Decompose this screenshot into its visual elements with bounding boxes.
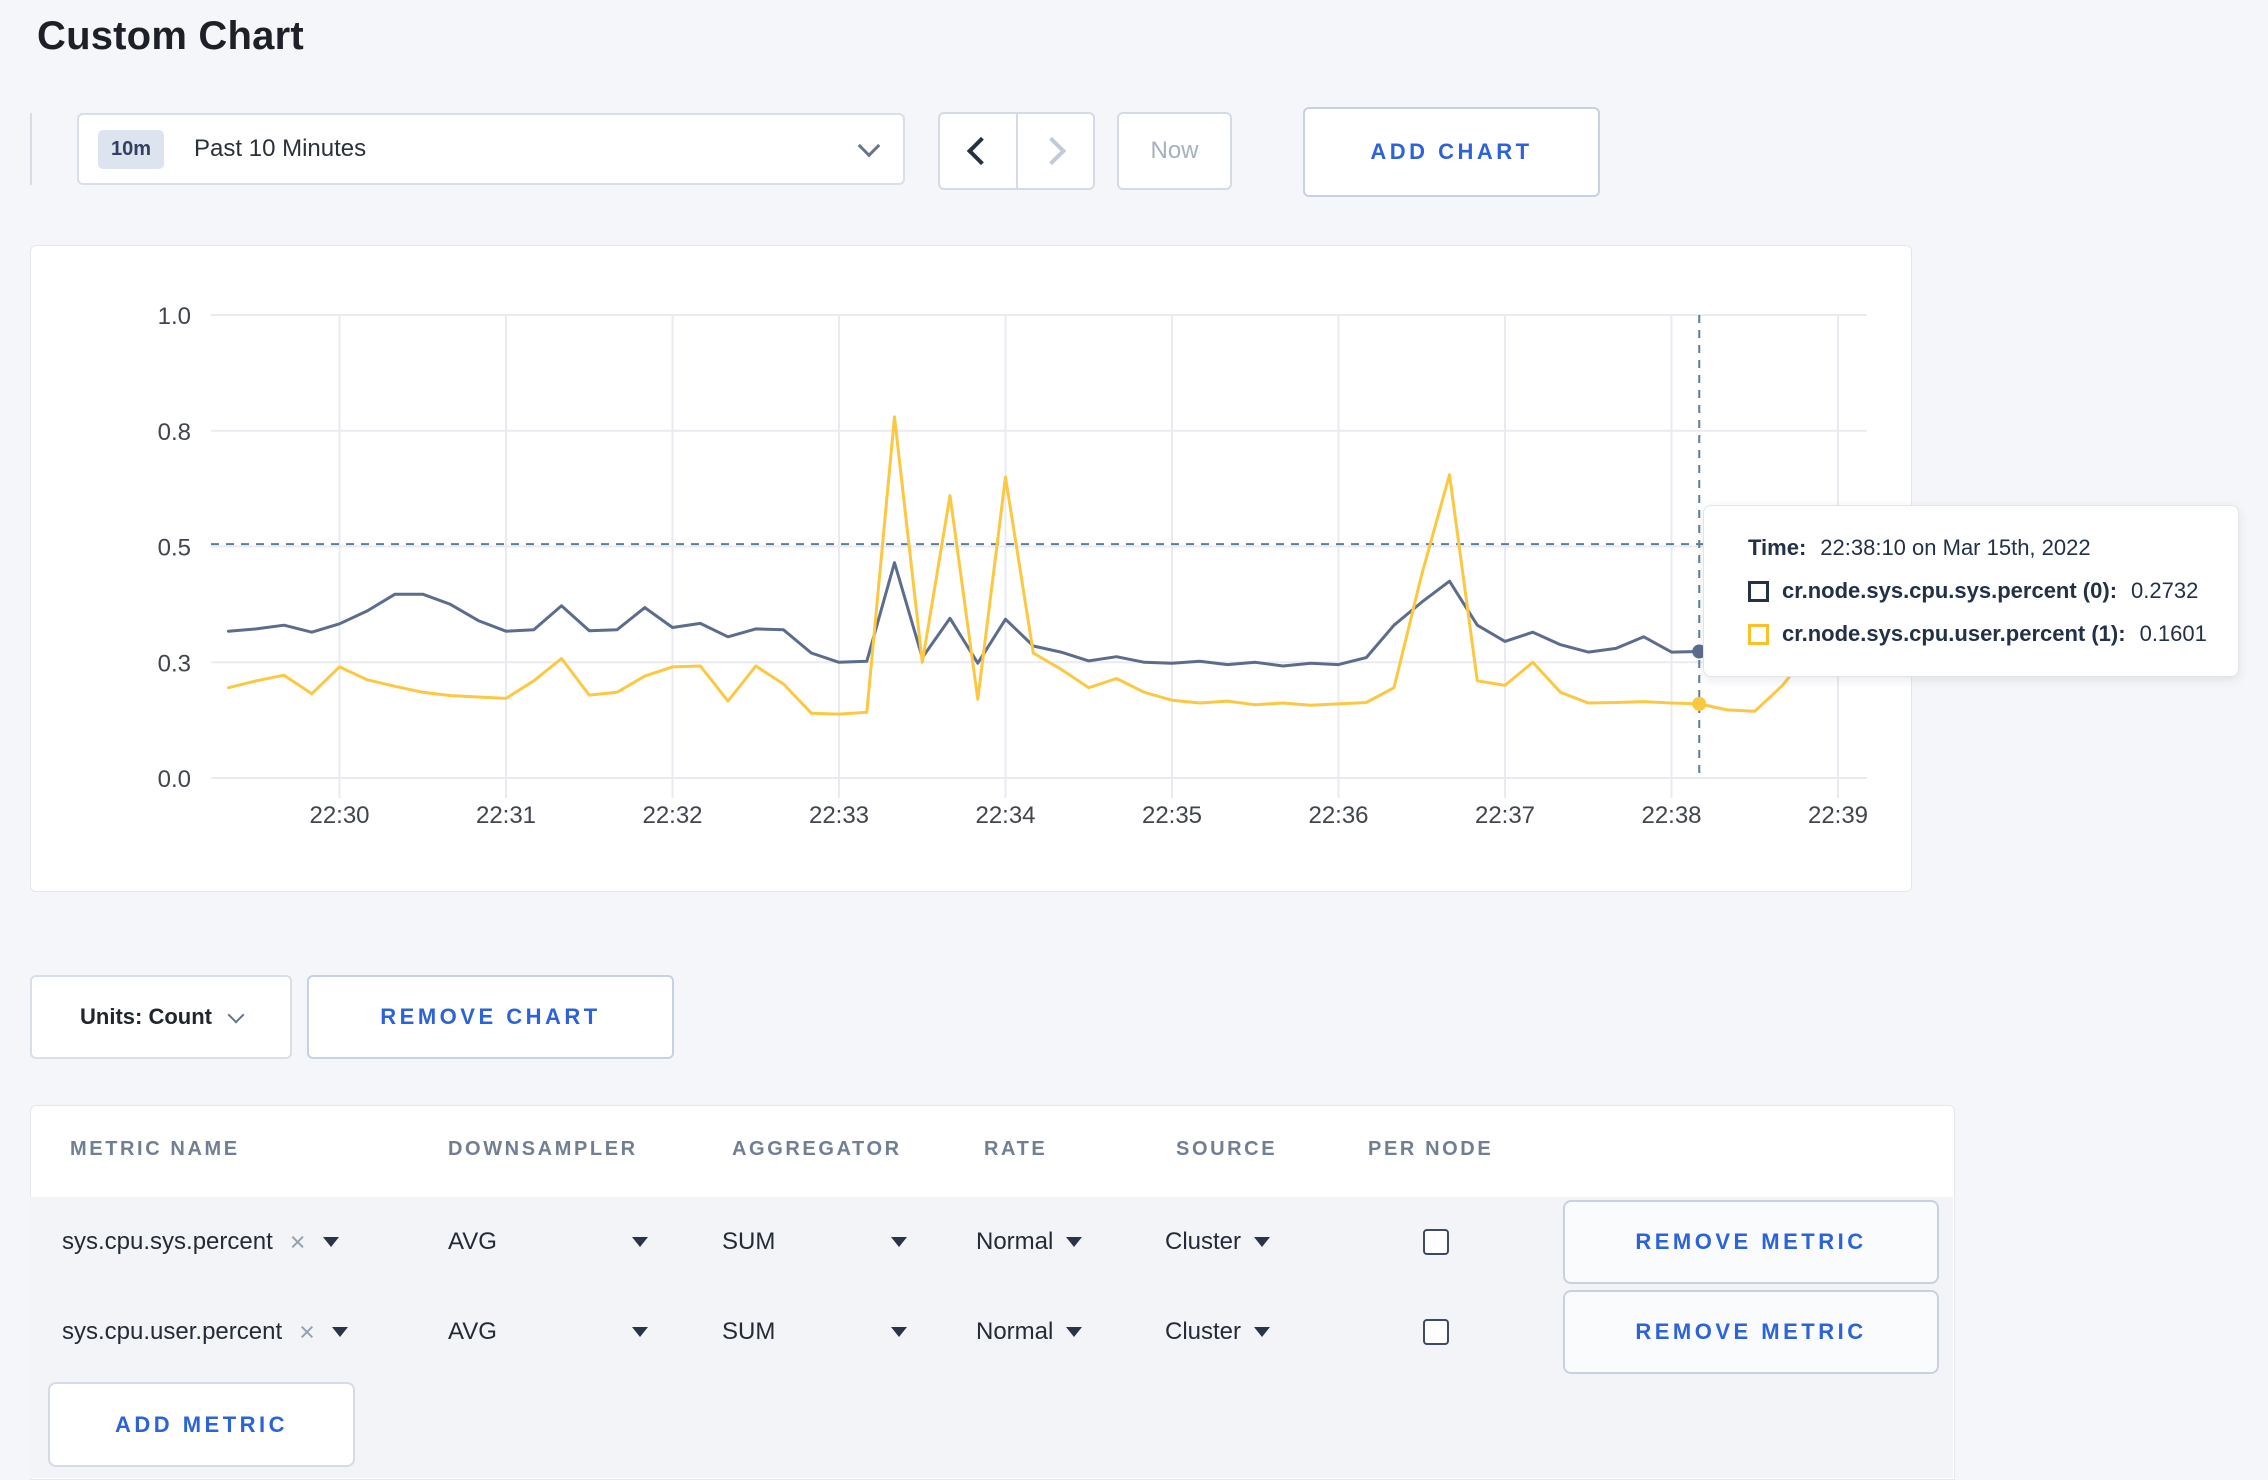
- time-nav-group: [938, 112, 1095, 190]
- aggregator-value: SUM: [722, 1228, 776, 1255]
- tooltip-series-row: cr.node.sys.cpu.sys.percent (0): 0.2732: [1748, 578, 2220, 604]
- source-select[interactable]: Cluster: [1165, 1308, 1271, 1356]
- tooltip-series-label: cr.node.sys.cpu.sys.percent (0):: [1782, 578, 2118, 603]
- per-node-checkbox[interactable]: [1423, 1319, 1449, 1345]
- add-chart-button[interactable]: ADD CHART: [1303, 107, 1600, 197]
- aggregator-select[interactable]: SUM: [722, 1308, 907, 1356]
- chevron-right-icon: [1038, 136, 1067, 166]
- units-label: Units: Count: [80, 1004, 212, 1029]
- caret-down-icon: [1066, 1327, 1083, 1337]
- time-forward-button[interactable]: [1015, 114, 1094, 188]
- series-line: [227, 561, 1868, 668]
- column-header-per-node: PER NODE: [1368, 1138, 1494, 1160]
- y-axis-tick-label: 1.0: [158, 303, 191, 330]
- caret-down-icon: [1254, 1327, 1271, 1337]
- y-axis-tick-label: 0.0: [158, 766, 191, 793]
- x-axis-tick-label: 22:32: [642, 802, 702, 829]
- x-axis-tick-label: 22:34: [975, 802, 1035, 829]
- downsampler-select[interactable]: AVG: [448, 1308, 648, 1356]
- aggregator-value: SUM: [722, 1318, 776, 1345]
- y-axis-tick-label: 0.5: [158, 535, 191, 562]
- caret-down-icon: [1066, 1237, 1083, 1247]
- metric-name-label: sys.cpu.user.percent: [62, 1318, 283, 1345]
- time-back-button[interactable]: [940, 114, 1016, 188]
- add-metric-button[interactable]: ADD METRIC: [48, 1382, 355, 1467]
- time-range-badge: 10m: [98, 129, 165, 169]
- x-axis-tick-label: 22:33: [809, 802, 869, 829]
- x-axis-tick-label: 22:31: [476, 802, 536, 829]
- chevron-down-icon: [227, 1006, 245, 1024]
- source-select[interactable]: Cluster: [1165, 1218, 1271, 1266]
- aggregator-select[interactable]: SUM: [722, 1218, 907, 1266]
- time-range-label: Past 10 Minutes: [194, 135, 367, 162]
- downsampler-select[interactable]: AVG: [448, 1218, 648, 1266]
- rate-select[interactable]: Normal: [976, 1218, 1083, 1266]
- tooltip-series-row: cr.node.sys.cpu.user.percent (1): 0.1601: [1748, 621, 2220, 647]
- x-axis-tick-label: 22:35: [1142, 802, 1202, 829]
- caret-down-icon: [632, 1237, 648, 1247]
- rate-value: Normal: [976, 1228, 1054, 1255]
- column-header-rate: RATE: [984, 1138, 1048, 1160]
- caret-down-icon: [331, 1327, 348, 1337]
- x-axis-tick-label: 22:39: [1808, 802, 1868, 829]
- chart-card: 0.0 0.3 0.5 0.8 1.0 22:30 22:31 22:32 22:33 22:34…: [30, 245, 1912, 892]
- column-header-downsampler: DOWNSAMPLER: [448, 1138, 638, 1160]
- remove-metric-button[interactable]: REMOVE METRIC: [1563, 1290, 1939, 1374]
- metric-name-label: sys.cpu.sys.percent: [62, 1228, 273, 1255]
- x-axis-tick-label: 22:36: [1308, 802, 1368, 829]
- rate-select[interactable]: Normal: [976, 1308, 1083, 1356]
- series-sys-swatch-icon: [1748, 580, 1769, 602]
- tooltip-series-label: cr.node.sys.cpu.user.percent (1):: [1782, 621, 2126, 646]
- chevron-down-icon: [857, 134, 881, 158]
- series-user-swatch-icon: [1748, 623, 1769, 645]
- chart-svg[interactable]: 0.0 0.3 0.5 0.8 1.0 22:30 22:31 22:32 22:33 22:34…: [31, 246, 1909, 889]
- tooltip-series-value: 0.2732: [2131, 578, 2199, 603]
- page-title: Custom Chart: [37, 14, 304, 58]
- x-axis-tick-label: 22:30: [309, 802, 369, 829]
- tooltip-time-row: Time: 22:38:10 on Mar 15th, 2022: [1748, 535, 2220, 561]
- rate-value: Normal: [976, 1318, 1054, 1345]
- caret-down-icon: [1254, 1237, 1271, 1247]
- tooltip-time-label: Time:: [1748, 535, 1807, 560]
- now-button[interactable]: Now: [1117, 112, 1232, 190]
- metric-name-dropdown[interactable]: sys.cpu.user.percent ×: [62, 1308, 348, 1356]
- tooltip-time-value: 22:38:10 on Mar 15th, 2022: [1820, 535, 2091, 560]
- remove-metric-button[interactable]: REMOVE METRIC: [1563, 1200, 1939, 1284]
- caret-down-icon: [891, 1237, 907, 1247]
- clear-metric-icon[interactable]: ×: [290, 1228, 306, 1256]
- per-node-checkbox[interactable]: [1423, 1229, 1449, 1255]
- caret-down-icon: [891, 1327, 907, 1337]
- column-header-source: SOURCE: [1176, 1138, 1278, 1160]
- downsampler-value: AVG: [448, 1318, 497, 1345]
- x-axis-tick-label: 22:38: [1641, 802, 1701, 829]
- toolbar-divider: [30, 113, 32, 185]
- hover-point-dot: [1692, 696, 1707, 711]
- caret-down-icon: [322, 1237, 339, 1247]
- time-range-dropdown[interactable]: 10m Past 10 Minutes: [77, 113, 905, 185]
- y-axis-tick-label: 0.3: [158, 650, 191, 677]
- x-axis-tick-label: 22:37: [1475, 802, 1535, 829]
- y-axis-tick-label: 0.8: [158, 419, 191, 446]
- remove-chart-button[interactable]: REMOVE CHART: [307, 975, 674, 1059]
- column-header-aggregator: AGGREGATOR: [732, 1138, 902, 1160]
- source-value: Cluster: [1165, 1318, 1242, 1345]
- tooltip-series-value: 0.1601: [2139, 621, 2207, 646]
- chevron-left-icon: [966, 136, 995, 166]
- source-value: Cluster: [1165, 1228, 1242, 1255]
- column-header-metric-name: METRIC NAME: [70, 1138, 240, 1160]
- downsampler-value: AVG: [448, 1228, 497, 1255]
- caret-down-icon: [632, 1327, 648, 1337]
- chart-tooltip: Time: 22:38:10 on Mar 15th, 2022 cr.node…: [1703, 505, 2239, 677]
- series-line: [227, 415, 1868, 716]
- metric-name-dropdown[interactable]: sys.cpu.sys.percent ×: [62, 1218, 339, 1266]
- units-dropdown[interactable]: Units: Count: [30, 975, 292, 1059]
- clear-metric-icon[interactable]: ×: [299, 1318, 315, 1346]
